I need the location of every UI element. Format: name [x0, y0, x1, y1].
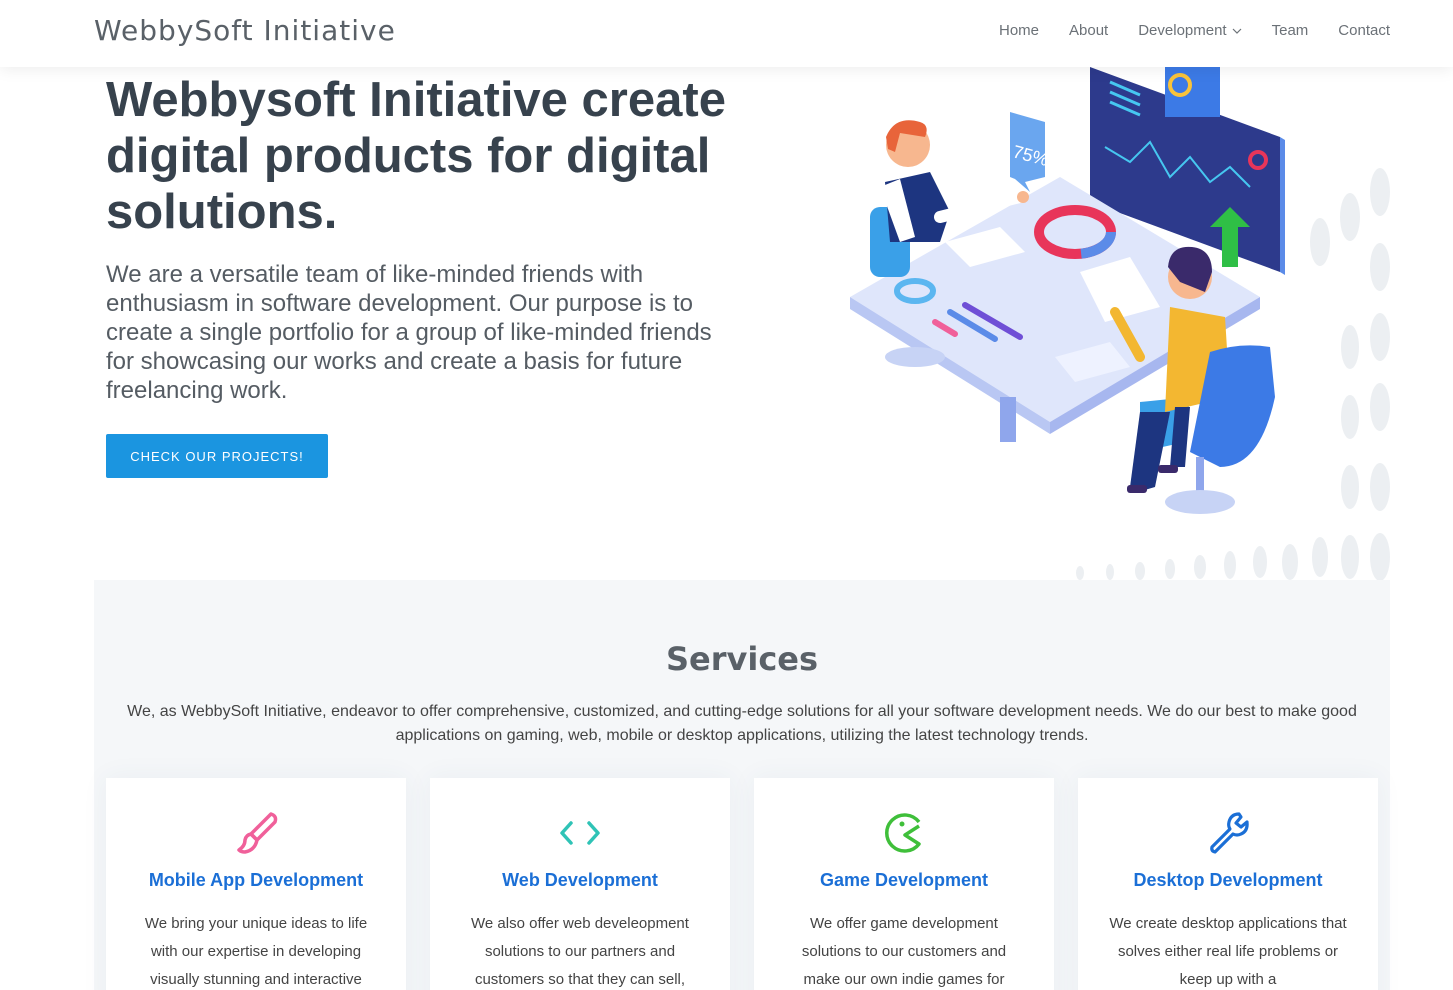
service-card-desktop[interactable]: Desktop Development We create desktop ap… [1078, 778, 1378, 990]
service-card-text: We bring your unique ideas to life with … [144, 915, 368, 988]
service-card-game[interactable]: Game Development We offer game developme… [754, 778, 1054, 990]
services-intro: We, as WebbySoft Initiative, endeavor to… [127, 703, 1357, 744]
service-card-title: Web Development [502, 870, 658, 890]
nav-team[interactable]: Team [1272, 22, 1309, 39]
service-card-title: Desktop Development [1133, 870, 1323, 890]
nav-contact[interactable]: Contact [1338, 22, 1390, 39]
service-card-mobile[interactable]: Mobile App Development We bring your uni… [106, 778, 406, 990]
nav-about[interactable]: About [1069, 22, 1108, 39]
chevron-down-icon [1232, 28, 1242, 34]
hero-description: We are a versatile team of like-minded f… [106, 261, 712, 404]
service-card-web[interactable]: Web Development We also offer web devele… [430, 778, 730, 990]
site-logo[interactable]: WebbySoft Initiative [94, 14, 396, 47]
nav-team-label: Team [1271, 22, 1309, 39]
hero-title: Webbysoft Initiative create digital prod… [106, 73, 726, 239]
service-card-title: Mobile App Development [148, 870, 364, 890]
service-card-text: We offer game development solutions to o… [801, 915, 1007, 988]
wrench-icon [1210, 812, 1249, 854]
nav-home-label: Home [999, 22, 1040, 39]
services-title: Services [665, 640, 819, 678]
nav-home[interactable]: Home [999, 22, 1039, 39]
service-card-text: We also offer web develeopment solutions… [471, 915, 689, 988]
nav-development-label: Development [1138, 22, 1227, 39]
nav-about-label: About [1069, 22, 1109, 39]
code-icon [560, 821, 600, 845]
hero-illustration: 75% [850, 67, 1390, 581]
site-header: WebbySoft Initiative Home About Developm… [0, 0, 1453, 67]
check-projects-button[interactable]: CHECK OUR PROJECTS! [106, 434, 328, 478]
service-card-text: We create desktop applications that solv… [1109, 915, 1347, 988]
service-card-title: Game Development [819, 870, 989, 890]
nav-contact-label: Contact [1338, 22, 1390, 39]
pacman-icon [885, 813, 921, 853]
nav-development[interactable]: Development [1138, 22, 1242, 39]
paintbrush-icon [237, 812, 278, 854]
services-section: Services We, as WebbySoft Initiative, en… [94, 580, 1390, 990]
main-nav: Home About Development Team Contact [999, 22, 1390, 39]
